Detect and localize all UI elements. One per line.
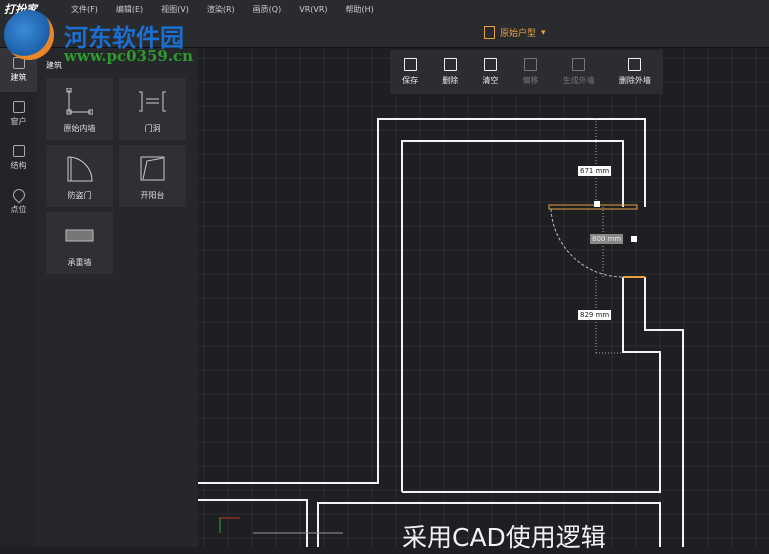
save-icon xyxy=(403,58,417,71)
rail-item-points[interactable]: 点位 xyxy=(0,180,37,224)
watermark-logo-icon xyxy=(4,10,54,60)
tile-inner-wall[interactable]: 原始内墙 xyxy=(46,78,113,140)
category-rail: 建筑 窗户 结构 点位 xyxy=(0,48,37,547)
menu-vr[interactable]: VR(VR) xyxy=(290,5,336,14)
component-panel: 建筑 原始内墙 门洞 防盗门 开阳台 承重墙 xyxy=(37,48,198,547)
broom-icon xyxy=(483,58,497,71)
door-swing-icon xyxy=(67,156,93,182)
chevron-down-icon: ▾ xyxy=(541,27,546,38)
tile-security-door[interactable]: 防盗门 xyxy=(46,145,113,207)
button-label: 删除 xyxy=(442,76,459,85)
floorplan-canvas[interactable] xyxy=(198,48,769,547)
offset-icon xyxy=(524,58,538,71)
axis-x-icon xyxy=(219,517,240,533)
load-bearing-wall-icon xyxy=(65,229,94,242)
tile-balcony[interactable]: 开阳台 xyxy=(119,145,186,207)
tile-door-opening[interactable]: 门洞 xyxy=(119,78,186,140)
button-label: 保存 xyxy=(402,76,419,85)
rail-label: 建筑 xyxy=(10,73,27,82)
menu-quality[interactable]: 画质(Q) xyxy=(244,4,291,15)
button-label: 删除外墙 xyxy=(618,76,651,85)
save-button[interactable]: 保存 xyxy=(402,58,418,86)
balcony-icon xyxy=(140,156,165,181)
rail-label: 窗户 xyxy=(10,117,27,126)
edit-toolbar: 保存 删除 清空 偏移 生成外墙 删除外墙 xyxy=(390,50,663,94)
tile-label: 原始内墙 xyxy=(63,124,96,133)
cube-icon xyxy=(12,145,25,157)
wall-corner-icon xyxy=(66,88,93,115)
delete-outer-wall-button[interactable]: 删除外墙 xyxy=(619,58,651,86)
rail-item-window[interactable]: 窗户 xyxy=(0,92,37,136)
offset-button[interactable]: 偏移 xyxy=(523,58,539,86)
window-icon xyxy=(12,101,25,113)
flip-handle[interactable] xyxy=(631,236,637,242)
plan-type-dropdown[interactable]: 原始户型 ▾ xyxy=(484,26,546,39)
door-opening-icon xyxy=(139,91,166,112)
menu-render[interactable]: 渲染(R) xyxy=(198,4,244,15)
tile-label: 开阳台 xyxy=(140,191,165,200)
dimension-label-bottom[interactable]: 829 mm xyxy=(578,310,612,320)
rail-label: 点位 xyxy=(10,205,27,214)
tile-label: 承重墙 xyxy=(67,258,92,267)
floorplan-icon xyxy=(484,26,495,39)
generate-outer-wall-button[interactable]: 生成外墙 xyxy=(563,58,595,86)
watermark-url: www.pc0359.cn xyxy=(64,47,194,65)
inner-wall-lower xyxy=(402,277,661,493)
door-handle[interactable] xyxy=(594,201,600,207)
delete-button[interactable]: 删除 xyxy=(442,58,458,86)
dimension-label-top[interactable]: 671 mm xyxy=(578,166,612,176)
tile-load-bearing-wall[interactable]: 承重墙 xyxy=(46,212,113,274)
dimension-label-door[interactable]: 800 mm xyxy=(590,234,624,244)
menu-help[interactable]: 帮助(H) xyxy=(337,4,383,15)
button-label: 生成外墙 xyxy=(562,76,595,85)
tile-label: 门洞 xyxy=(144,124,161,133)
clear-button[interactable]: 清空 xyxy=(482,58,498,86)
panel-title: 建筑 xyxy=(46,61,62,70)
button-label: 偏移 xyxy=(522,76,539,85)
plan-type-label: 原始户型 xyxy=(500,29,537,39)
walls xyxy=(198,118,684,547)
location-pin-icon xyxy=(10,186,27,204)
rail-label: 结构 xyxy=(10,161,27,170)
delete-wall-icon xyxy=(628,58,642,71)
video-subtitle: 采用CAD使用逻辑 xyxy=(402,523,606,552)
outer-wall-lower xyxy=(644,277,684,547)
rail-item-structure[interactable]: 结构 xyxy=(0,136,37,180)
generate-wall-icon xyxy=(572,58,586,71)
button-label: 清空 xyxy=(482,76,499,85)
trash-icon xyxy=(443,58,457,71)
tile-label: 防盗门 xyxy=(67,191,92,200)
